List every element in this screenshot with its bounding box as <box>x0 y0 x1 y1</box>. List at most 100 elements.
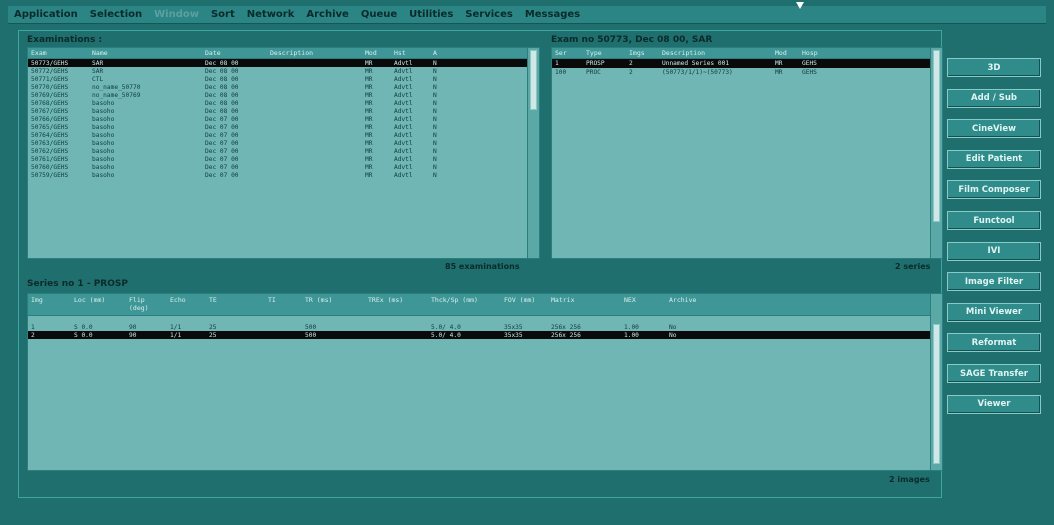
exams-row[interactable]: 50767/GEHS basoho Dec 08 00 MR Advtl N <box>28 107 527 115</box>
mini-viewer-button[interactable]: Mini Viewer <box>947 302 1041 322</box>
menu-archive[interactable]: Archive <box>306 9 348 20</box>
exams-row[interactable]: 50760/GEHS basoho Dec 07 00 MR Advtl N <box>28 163 527 171</box>
series-list-rows: 1 PROSP 2 Unnamed Series 001 MR GEHS 100 PROC 2 (… <box>552 59 930 258</box>
exams-col-name[interactable]: Name <box>89 49 202 57</box>
3d-button[interactable]: 3D <box>947 58 1041 77</box>
exams-cell: N <box>433 67 437 75</box>
series-list-scrollbar[interactable] <box>930 48 942 258</box>
series-col-hosp[interactable]: Hosp <box>799 49 838 57</box>
exams-row[interactable]: 50770/GEHS no_name_50770 Dec 08 00 MR Advtl N <box>28 83 527 91</box>
images-col-img[interactable]: Img <box>28 296 71 304</box>
exams-col-mod[interactable]: Mod <box>362 49 391 57</box>
series-col-ser[interactable]: Ser <box>552 49 583 57</box>
exams-col-a[interactable]: A <box>430 49 451 57</box>
menu-window[interactable]: Window <box>154 9 199 20</box>
exams-row[interactable]: 50772/GEHS SAR Dec 08 00 MR Advtl N <box>28 67 527 75</box>
exams-col-exam[interactable]: Exam <box>28 49 89 57</box>
functool-button[interactable]: Functool <box>947 211 1041 230</box>
add-sub-button[interactable]: Add / Sub <box>947 88 1041 108</box>
series-col-imgs[interactable]: Imgs <box>626 49 659 57</box>
exams-cell: N <box>433 147 437 155</box>
images-row[interactable]: 2 S 0.0 90 1/1 25 500 5.0/ 4.0 35x35 256x 256 1.0… <box>28 331 930 339</box>
image-filter-button[interactable]: Image Filter <box>947 272 1041 292</box>
exams-cell: basoho <box>92 115 115 123</box>
series-list[interactable]: Ser Type Imgs Description Mod Hosp 1 PROSP 2 Unn… <box>551 47 943 259</box>
reformat-button[interactable]: Reformat <box>947 333 1041 353</box>
images-row[interactable]: 1 S 0.0 90 1/1 25 500 5.0/ 4.0 35x35 256x 256 1.0… <box>28 323 930 331</box>
exams-row[interactable]: 50769/GEHS no_name_50769 Dec 08 00 MR Advtl N <box>28 91 527 99</box>
ivi-button[interactable]: IVI <box>947 241 1041 261</box>
exam-list-scroll-thumb[interactable] <box>530 50 537 110</box>
menu-sort[interactable]: Sort <box>211 9 235 20</box>
sage-transfer-button[interactable]: SAGE Transfer <box>947 364 1041 383</box>
images-col-loc-mm[interactable]: Loc (mm) <box>71 296 126 304</box>
exams-row[interactable]: 50764/GEHS basoho Dec 07 00 MR Advtl N <box>28 131 527 139</box>
exams-cell: N <box>433 59 437 67</box>
menu-selection[interactable]: Selection <box>90 9 142 20</box>
menu-queue[interactable]: Queue <box>361 9 397 20</box>
edit-patient-button[interactable]: Edit Patient <box>947 149 1041 169</box>
exams-col-description[interactable]: Description <box>267 49 362 57</box>
exams-cell: MR <box>365 147 373 155</box>
series-col-type[interactable]: Type <box>583 49 626 57</box>
images-col-matrix[interactable]: Matrix <box>548 296 621 304</box>
exams-row[interactable]: 50762/GEHS basoho Dec 07 00 MR Advtl N <box>28 147 527 155</box>
exams-cell: Dec 07 00 <box>205 123 239 131</box>
menu-network[interactable]: Network <box>247 9 295 20</box>
exams-row[interactable]: 50768/GEHS basoho Dec 08 00 MR Advtl N <box>28 99 527 107</box>
exams-cell: Advtl <box>394 171 413 179</box>
images-col-thck-sp-mm[interactable]: Thck/Sp (mm) <box>428 296 501 304</box>
images-col-tr-ms[interactable]: TR (ms) <box>302 296 365 304</box>
series-list-scroll-thumb[interactable] <box>933 50 940 222</box>
series-col-mod[interactable]: Mod <box>772 49 799 57</box>
images-cell: 1/1 <box>170 331 182 339</box>
exam-list-header: Exam Name Date Description Mod Hst A <box>28 48 527 59</box>
film-composer-button[interactable]: Film Composer <box>947 180 1041 200</box>
exams-cell: 50766/GEHS <box>31 115 69 123</box>
exams-cell: Dec 07 00 <box>205 139 239 147</box>
exams-cell: basoho <box>92 99 115 107</box>
exams-row[interactable]: 50763/GEHS basoho Dec 07 00 MR Advtl N <box>28 139 527 147</box>
images-col-archive[interactable]: Archive <box>666 296 727 304</box>
exams-cell: basoho <box>92 107 115 115</box>
exam-list[interactable]: Exam Name Date Description Mod Hst A 50773/GEH… <box>27 47 540 259</box>
menu-application[interactable]: Application <box>14 9 78 20</box>
images-col-fov-mm[interactable]: FOV (mm) <box>501 296 548 304</box>
menu-utilities[interactable]: Utilities <box>409 9 453 20</box>
menu-services[interactable]: Services <box>465 9 513 20</box>
images-col-flip-deg[interactable]: Flip (deg) <box>126 296 167 312</box>
exams-cell: Advtl <box>394 147 413 155</box>
exams-cell: 50768/GEHS <box>31 99 69 107</box>
exams-row[interactable]: 50766/GEHS basoho Dec 07 00 MR Advtl N <box>28 115 527 123</box>
series-row[interactable]: 1 PROSP 2 Unnamed Series 001 MR GEHS <box>552 59 930 68</box>
viewer-button[interactable]: Viewer <box>947 394 1041 414</box>
image-list-rows: 1 S 0.0 90 1/1 25 500 5.0/ 4.0 35x35 256x 256 1.0… <box>28 323 930 470</box>
exams-cell: Advtl <box>394 123 413 131</box>
menu-messages[interactable]: Messages <box>525 9 580 20</box>
images-cell: 1.00 <box>624 323 639 331</box>
series-cell: GEHS <box>802 69 817 76</box>
series-row[interactable]: 100 PROC 2 (50773/1/1)~(50773) MR GEHS <box>552 68 930 77</box>
cineview-button[interactable]: CineView <box>947 119 1041 139</box>
image-list-scroll-thumb[interactable] <box>933 324 940 464</box>
images-col-te[interactable]: TE <box>206 296 265 304</box>
exams-col-date[interactable]: Date <box>202 49 267 57</box>
series-col-description[interactable]: Description <box>659 49 772 57</box>
exams-col-hst[interactable]: Hst <box>391 49 430 57</box>
exams-row[interactable]: 50771/GEHS CTL Dec 08 00 MR Advtl N <box>28 75 527 83</box>
images-col-trex-ms[interactable]: TREx (ms) <box>365 296 428 304</box>
images-col-ti[interactable]: TI <box>265 296 302 304</box>
images-cell: 35x35 <box>504 323 523 331</box>
exams-cell: N <box>433 163 437 171</box>
exams-cell: no_name_50770 <box>92 83 141 91</box>
exam-list-scrollbar[interactable] <box>527 48 539 258</box>
exams-row[interactable]: 50765/GEHS basoho Dec 07 00 MR Advtl N <box>28 123 527 131</box>
image-list-scrollbar[interactable] <box>930 294 942 470</box>
exams-row[interactable]: 50761/GEHS basoho Dec 07 00 MR Advtl N <box>28 155 527 163</box>
images-col-echo[interactable]: Echo <box>167 296 206 304</box>
image-list[interactable]: Img Loc (mm) Flip (deg) Echo TE TI TR (ms) TREx… <box>27 293 943 471</box>
exams-cell: MR <box>365 99 373 107</box>
exams-row[interactable]: 50773/GEHS SAR Dec 08 00 MR Advtl N <box>28 59 527 67</box>
images-col-nex[interactable]: NEX <box>621 296 666 304</box>
exams-row[interactable]: 50759/GEHS basoho Dec 07 00 MR Advtl N <box>28 171 527 179</box>
